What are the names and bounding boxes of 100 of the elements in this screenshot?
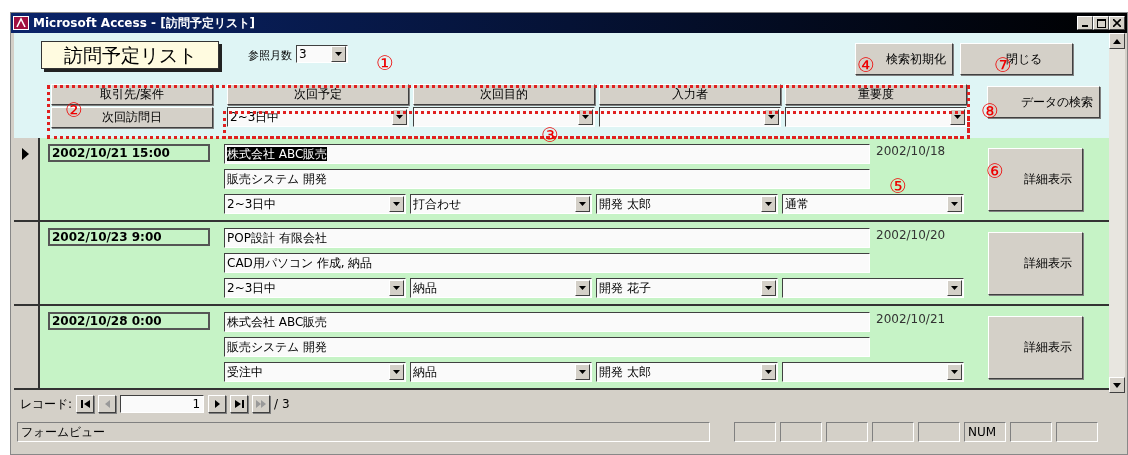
- next-record-button[interactable]: [208, 395, 227, 413]
- minimize-button[interactable]: [1077, 16, 1093, 30]
- months-label: 参照月数: [248, 49, 292, 63]
- annotation-number: ⑥: [986, 161, 1004, 181]
- purpose-dropdown[interactable]: 納品: [410, 362, 592, 382]
- caret-icon: [765, 202, 772, 206]
- caret-icon: [954, 115, 961, 119]
- project-field[interactable]: CAD用パソコン 作成, 納品: [224, 253, 870, 273]
- dropdown-arrow-button[interactable]: [950, 109, 965, 125]
- dropdown-arrow-button[interactable]: [947, 196, 962, 212]
- next-icon: [214, 400, 220, 408]
- detail-button[interactable]: 詳細表示: [988, 232, 1083, 295]
- entered-by-dropdown[interactable]: 開発 花子: [596, 278, 778, 298]
- client-field[interactable]: 株式会社 ABC販売: [224, 312, 870, 332]
- detail-button[interactable]: 詳細表示: [988, 316, 1083, 379]
- record-count-text: / 3: [274, 396, 290, 412]
- caret-icon: [951, 286, 958, 290]
- dropdown-arrow-button[interactable]: [575, 196, 590, 212]
- client-field[interactable]: POP設計 有限会社: [224, 228, 870, 248]
- app-icon: [13, 16, 29, 30]
- column-header-button[interactable]: 入力者: [599, 84, 781, 105]
- visit-date-field[interactable]: 2002/10/28 0:00: [48, 312, 210, 330]
- project-field[interactable]: 販売システム 開発: [224, 169, 870, 189]
- status-panel: [1010, 422, 1052, 442]
- num-lock-indicator: NUM: [964, 422, 1006, 442]
- caret-icon: [1113, 38, 1121, 44]
- dropdown-arrow-button[interactable]: [389, 196, 404, 212]
- priority-dropdown[interactable]: 通常: [782, 194, 964, 214]
- previous-record-button[interactable]: [98, 395, 117, 413]
- caret-icon: [579, 202, 586, 206]
- entry-date-text: 2002/10/18: [876, 144, 946, 160]
- annotation-number: ⑤: [889, 176, 907, 196]
- status-panel: [734, 422, 776, 442]
- last-record-button[interactable]: [230, 395, 249, 413]
- previous-icon: [104, 400, 110, 408]
- scroll-down-button[interactable]: [1109, 377, 1125, 393]
- dropdown-arrow-button[interactable]: [761, 364, 776, 380]
- dropdown-arrow-button[interactable]: [392, 109, 407, 125]
- window-title: Microsoft Access - [訪問予定リスト]: [33, 15, 257, 31]
- dropdown-arrow-button[interactable]: [575, 364, 590, 380]
- first-record-button[interactable]: [76, 395, 95, 413]
- maximize-icon: [1096, 18, 1106, 28]
- dropdown-arrow-button[interactable]: [389, 280, 404, 296]
- column-header-button[interactable]: 次回予定: [227, 84, 409, 105]
- last-record-icon: [234, 400, 244, 408]
- entered-by-dropdown[interactable]: 開発 太郎: [596, 362, 778, 382]
- purpose-dropdown[interactable]: 打合わせ: [410, 194, 592, 214]
- close-button[interactable]: [1109, 16, 1125, 30]
- annotation-number: ④: [857, 55, 875, 75]
- caret-icon: [768, 115, 775, 119]
- caret-icon: [951, 370, 958, 374]
- dropdown-arrow-button[interactable]: [947, 364, 962, 380]
- schedule-dropdown[interactable]: 受注中: [224, 362, 406, 382]
- column-header-button[interactable]: 重要度: [785, 84, 967, 105]
- status-panel: [918, 422, 960, 442]
- caret-icon: [579, 370, 586, 374]
- record-number-field[interactable]: 1: [120, 395, 205, 413]
- client-field[interactable]: 株式会社 ABC販売: [224, 144, 870, 164]
- dropdown-arrow-button[interactable]: [331, 46, 346, 62]
- caret-icon: [335, 52, 342, 56]
- entry-date-text: 2002/10/21: [876, 312, 946, 328]
- status-panel: [826, 422, 868, 442]
- record-selector[interactable]: [14, 222, 40, 304]
- visit-date-field[interactable]: 2002/10/21 15:00: [48, 144, 210, 162]
- new-record-button[interactable]: [252, 395, 271, 413]
- form-title: 訪問予定リスト: [41, 41, 219, 69]
- maximize-button[interactable]: [1093, 16, 1109, 30]
- priority-dropdown[interactable]: [782, 278, 964, 298]
- caret-icon: [582, 115, 589, 119]
- record-selector[interactable]: [14, 138, 40, 220]
- visit-date-field[interactable]: 2002/10/23 9:00: [48, 228, 210, 246]
- record-selector[interactable]: [14, 306, 40, 388]
- schedule-dropdown[interactable]: 2~3日中: [224, 194, 406, 214]
- dropdown-arrow-button[interactable]: [575, 280, 590, 296]
- purpose-dropdown[interactable]: 納品: [410, 278, 592, 298]
- status-panel: [872, 422, 914, 442]
- caret-icon: [765, 370, 772, 374]
- priority-dropdown[interactable]: [782, 362, 964, 382]
- dropdown-arrow-button[interactable]: [578, 109, 593, 125]
- dropdown-arrow-button[interactable]: [389, 364, 404, 380]
- caret-icon: [393, 202, 400, 206]
- status-panel: [1056, 422, 1098, 442]
- annotation-number: ①: [376, 53, 394, 73]
- column-header-button[interactable]: 次回目的: [413, 84, 595, 105]
- first-record-icon: [80, 400, 90, 408]
- caret-icon: [393, 370, 400, 374]
- dropdown-arrow-button[interactable]: [947, 280, 962, 296]
- caret-icon: [765, 286, 772, 290]
- entered-by-dropdown[interactable]: 開発 太郎: [596, 194, 778, 214]
- months-dropdown[interactable]: 3: [296, 45, 348, 63]
- status-text: フォームビュー: [17, 422, 710, 442]
- dropdown-arrow-button[interactable]: [764, 109, 779, 125]
- schedule-dropdown[interactable]: 2~3日中: [224, 278, 406, 298]
- scroll-up-button[interactable]: [1109, 33, 1125, 49]
- dropdown-arrow-button[interactable]: [761, 280, 776, 296]
- caret-icon: [396, 115, 403, 119]
- record-pointer-icon: [22, 147, 29, 160]
- entry-date-text: 2002/10/20: [876, 228, 946, 244]
- project-field[interactable]: 販売システム 開発: [224, 337, 870, 357]
- dropdown-arrow-button[interactable]: [761, 196, 776, 212]
